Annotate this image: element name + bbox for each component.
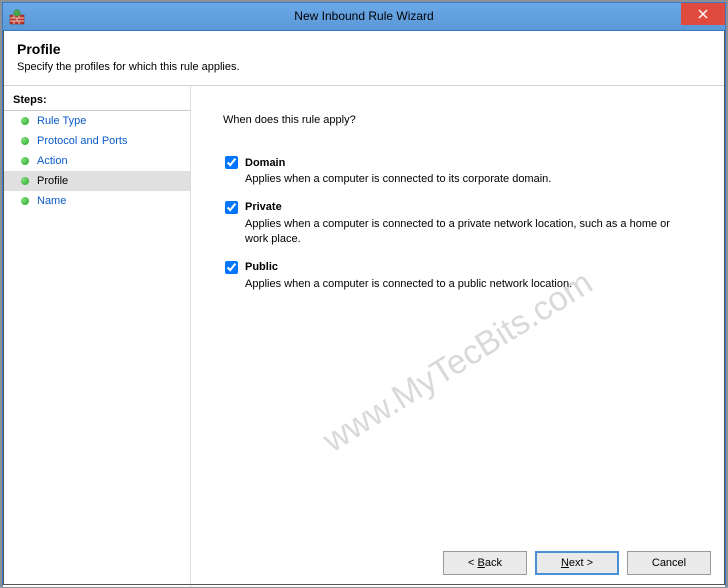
close-icon bbox=[698, 9, 708, 19]
content-panel: When does this rule apply? Domain Applie… bbox=[191, 86, 725, 587]
watermark: www.MyTecBits.com bbox=[316, 263, 599, 460]
body-area: Steps: Rule Type Protocol and Ports Acti… bbox=[3, 86, 725, 587]
step-label: Rule Type bbox=[37, 115, 86, 127]
steps-panel: Steps: Rule Type Protocol and Ports Acti… bbox=[3, 86, 191, 587]
step-protocol-and-ports[interactable]: Protocol and Ports bbox=[3, 131, 190, 151]
option-public-desc: Applies when a computer is connected to … bbox=[225, 277, 685, 292]
step-label: Action bbox=[37, 155, 68, 167]
titlebar: New Inbound Rule Wizard bbox=[3, 3, 725, 31]
back-button[interactable]: < Back bbox=[443, 551, 527, 575]
option-domain-label: Domain bbox=[245, 157, 285, 169]
page-subtitle: Specify the profiles for which this rule… bbox=[17, 61, 711, 79]
option-private-label: Private bbox=[245, 201, 282, 213]
bullet-icon bbox=[21, 157, 29, 165]
step-label: Protocol and Ports bbox=[37, 135, 128, 147]
option-domain-desc: Applies when a computer is connected to … bbox=[225, 172, 685, 187]
next-rest: ext > bbox=[569, 557, 593, 569]
step-label: Profile bbox=[37, 175, 68, 187]
option-domain: Domain Applies when a computer is connec… bbox=[223, 156, 697, 187]
page-heading: Profile bbox=[17, 41, 711, 57]
firewall-icon bbox=[9, 9, 25, 25]
button-row: < Back Next > Cancel bbox=[443, 551, 711, 575]
back-underline: B bbox=[478, 557, 485, 569]
option-public-label: Public bbox=[245, 261, 278, 273]
window-title: New Inbound Rule Wizard bbox=[294, 9, 433, 23]
bullet-icon bbox=[21, 137, 29, 145]
next-underline: N bbox=[561, 557, 569, 569]
option-public: Public Applies when a computer is connec… bbox=[223, 261, 697, 292]
checkbox-public[interactable] bbox=[225, 261, 238, 274]
question-text: When does this rule apply? bbox=[223, 114, 697, 126]
back-rest: ack bbox=[485, 557, 502, 569]
step-action[interactable]: Action bbox=[3, 151, 190, 171]
wizard-window: New Inbound Rule Wizard Profile Specify … bbox=[2, 2, 726, 586]
back-prefix: < bbox=[468, 557, 477, 569]
close-button[interactable] bbox=[681, 3, 725, 25]
step-label: Name bbox=[37, 195, 66, 207]
option-public-row[interactable]: Public bbox=[225, 261, 697, 274]
checkbox-domain[interactable] bbox=[225, 156, 238, 169]
step-name[interactable]: Name bbox=[3, 191, 190, 211]
step-profile[interactable]: Profile bbox=[3, 171, 190, 191]
option-private: Private Applies when a computer is conne… bbox=[223, 201, 697, 247]
checkbox-private[interactable] bbox=[225, 201, 238, 214]
bullet-icon bbox=[21, 117, 29, 125]
next-button[interactable]: Next > bbox=[535, 551, 619, 575]
header-area: Profile Specify the profiles for which t… bbox=[3, 31, 725, 86]
option-private-desc: Applies when a computer is connected to … bbox=[225, 217, 685, 247]
option-domain-row[interactable]: Domain bbox=[225, 156, 697, 169]
bullet-icon bbox=[21, 177, 29, 185]
step-rule-type[interactable]: Rule Type bbox=[3, 111, 190, 131]
option-private-row[interactable]: Private bbox=[225, 201, 697, 214]
bullet-icon bbox=[21, 197, 29, 205]
window-icon bbox=[3, 9, 31, 25]
cancel-button[interactable]: Cancel bbox=[627, 551, 711, 575]
steps-label: Steps: bbox=[3, 92, 190, 111]
